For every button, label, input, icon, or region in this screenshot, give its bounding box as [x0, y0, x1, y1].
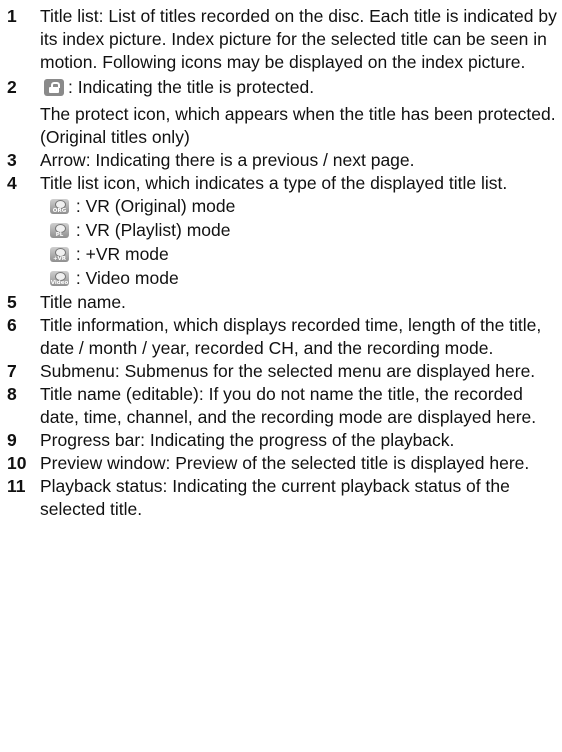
list-item: 6 Title information, which displays reco… — [0, 314, 562, 360]
item-text: Arrow: Indicating there is a previous / … — [40, 150, 415, 170]
disc-video-icon: Video — [50, 271, 69, 286]
item-text: Progress bar: Indicating the progress of… — [40, 430, 455, 450]
list-item: 3 Arrow: Indicating there is a previous … — [0, 149, 562, 172]
item-number: 8 — [7, 384, 17, 404]
item-number: 10 — [7, 453, 27, 473]
mode-label: : VR (Original) mode — [75, 196, 236, 216]
item-text: : Indicating the title is protected. — [68, 77, 315, 97]
disc-plusvr-icon: +VR — [50, 247, 69, 262]
item-number: 5 — [7, 292, 17, 312]
item-text: Title name (editable): If you do not nam… — [40, 384, 537, 427]
item-text: Preview window: Preview of the selected … — [40, 453, 530, 473]
item-text: Submenu: Submenus for the selected menu … — [40, 361, 536, 381]
item-number: 2 — [7, 77, 17, 97]
mode-label: : +VR mode — [75, 244, 169, 264]
mode-row: PL : VR (Playlist) mode — [40, 219, 562, 243]
mode-row: +VR : +VR mode — [40, 243, 562, 267]
mode-row: Video : Video mode — [40, 267, 562, 291]
list-item: 10 Preview window: Preview of the select… — [0, 452, 562, 475]
list-item: 9 Progress bar: Indicating the progress … — [0, 429, 562, 452]
list-item: 1 Title list: List of titles recorded on… — [0, 5, 562, 74]
item-text: Title list: List of titles recorded on t… — [40, 6, 557, 72]
item-number: 1 — [7, 6, 17, 26]
lock-icon — [44, 79, 64, 96]
list-item: 2 : Indicating the title is protected. T… — [0, 76, 562, 149]
item-number: 4 — [7, 173, 17, 193]
disc-pl-icon: PL — [50, 223, 69, 238]
list-item: 4 Title list icon, which indicates a typ… — [0, 172, 562, 291]
mode-row: ORG : VR (Original) mode — [40, 195, 562, 219]
item-number: 7 — [7, 361, 17, 381]
item-subtext: The protect icon, which appears when the… — [40, 104, 556, 147]
item-text: Playback status: Indicating the current … — [40, 476, 510, 519]
item-number: 6 — [7, 315, 17, 335]
list-item: 8 Title name (editable): If you do not n… — [0, 383, 562, 429]
item-number: 9 — [7, 430, 17, 450]
mode-label: : VR (Playlist) mode — [75, 220, 231, 240]
item-number: 3 — [7, 150, 17, 170]
mode-label: : Video mode — [75, 268, 179, 288]
item-text: Title name. — [40, 292, 126, 312]
list-item: 7 Submenu: Submenus for the selected men… — [0, 360, 562, 383]
item-text: Title list icon, which indicates a type … — [40, 173, 508, 193]
disc-org-icon: ORG — [50, 199, 69, 214]
list-item: 5 Title name. — [0, 291, 562, 314]
item-number: 11 — [7, 476, 26, 496]
item-text: Title information, which displays record… — [40, 315, 542, 358]
list-item: 11 Playback status: Indicating the curre… — [0, 475, 562, 521]
numbered-description-list: 1 Title list: List of titles recorded on… — [0, 0, 562, 521]
